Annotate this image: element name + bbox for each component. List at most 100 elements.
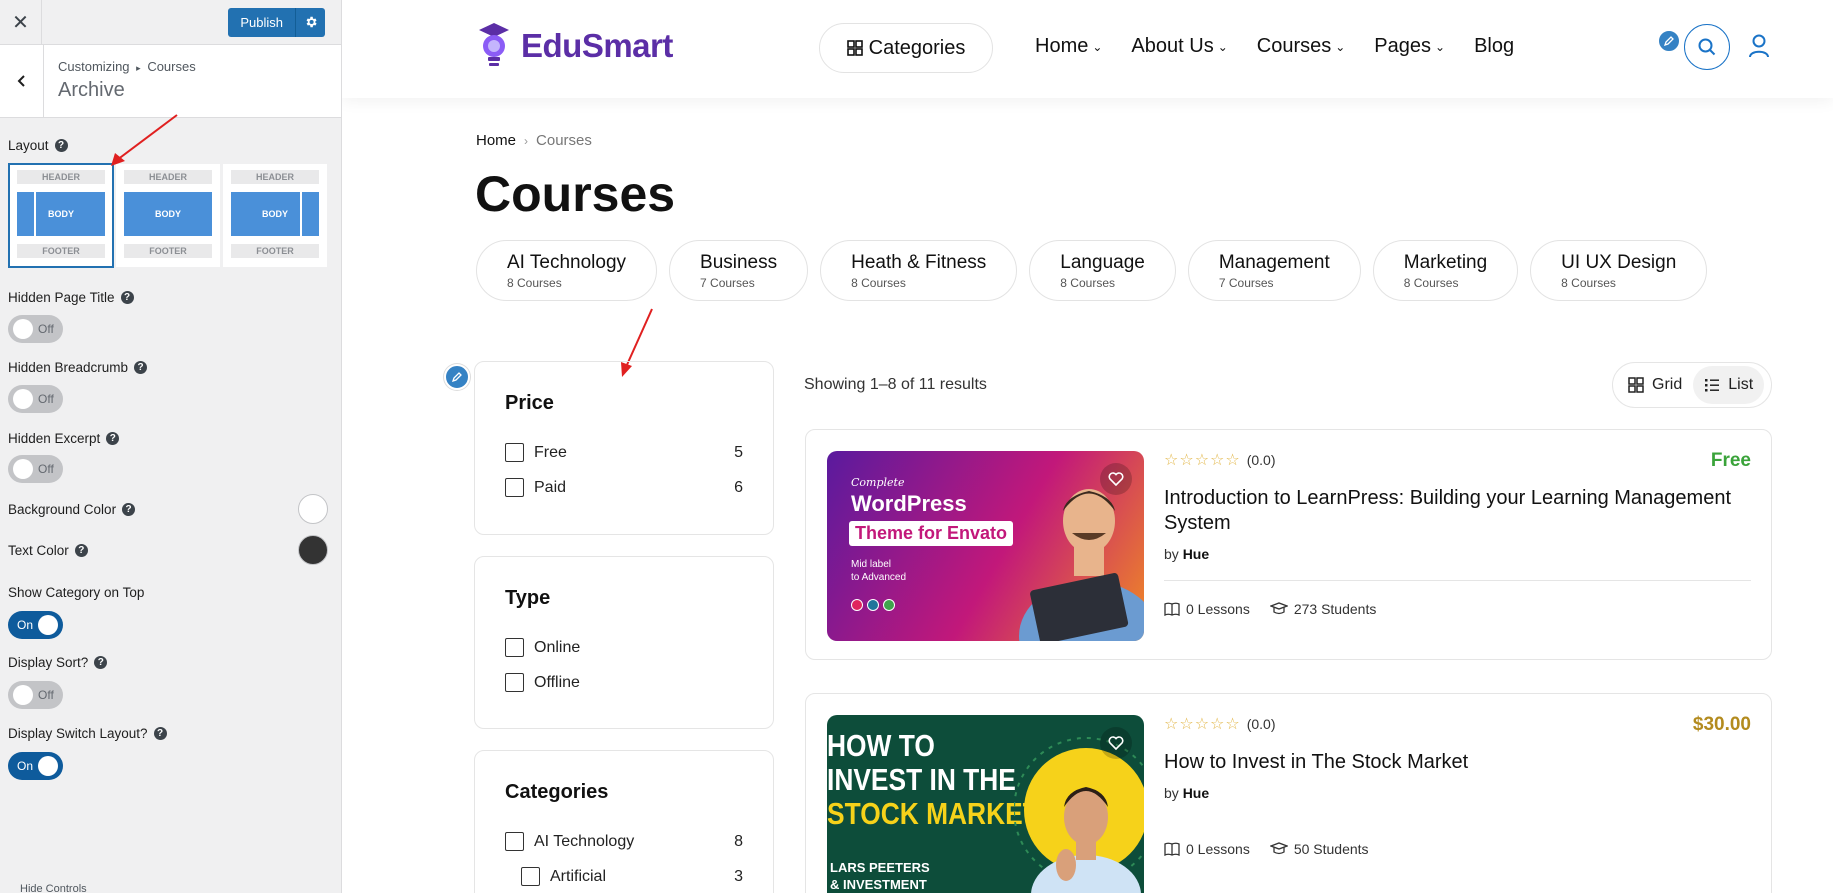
publish-group: Publish xyxy=(228,7,325,37)
categories-filter: Categories AI Technology 8 Artificial 3 xyxy=(474,750,774,893)
background-color-swatch[interactable] xyxy=(298,494,328,524)
chevron-down-icon: ⌄ xyxy=(1435,39,1446,54)
course-card[interactable]: Complete WordPress Theme for Envato Mid … xyxy=(805,429,1772,660)
hidden-excerpt-toggle[interactable]: Off xyxy=(8,455,63,483)
help-icon[interactable]: ? xyxy=(153,727,167,740)
category-pill[interactable]: Language 8 Courses xyxy=(1029,240,1176,301)
filter-option-free[interactable]: Free 5 xyxy=(505,435,743,470)
user-account-button[interactable] xyxy=(1748,33,1770,64)
publish-settings-button[interactable] xyxy=(295,7,325,37)
course-students: 50 Students xyxy=(1269,841,1369,857)
page-title: Courses xyxy=(475,166,676,222)
checkbox[interactable] xyxy=(505,478,524,497)
back-button[interactable] xyxy=(0,45,44,117)
section-title: Archive xyxy=(58,79,125,101)
nav-blog[interactable]: Blog xyxy=(1474,35,1514,58)
course-card[interactable]: HOW TO INVEST IN THE STOCK MARKET LARS P… xyxy=(805,693,1772,893)
help-icon[interactable]: ? xyxy=(134,361,148,374)
main-nav: Home ⌄ About Us ⌄ Courses ⌄ Pages ⌄ Blog xyxy=(1035,35,1543,58)
wishlist-button[interactable] xyxy=(1100,463,1132,495)
layout-option-right-sidebar[interactable]: HEADER BODY FOOTER xyxy=(223,164,327,267)
filter-option-ai-technology[interactable]: AI Technology 8 xyxy=(505,824,743,859)
category-pill[interactable]: UI UX Design 8 Courses xyxy=(1530,240,1708,301)
publish-button[interactable]: Publish xyxy=(228,7,295,37)
breadcrumb-current: Courses xyxy=(536,132,592,149)
help-icon[interactable]: ? xyxy=(122,503,136,516)
course-author: by Hue xyxy=(1164,546,1210,562)
grid-icon xyxy=(846,40,863,56)
checkbox[interactable] xyxy=(505,832,524,851)
filter-option-online[interactable]: Online xyxy=(505,630,743,665)
help-icon[interactable]: ? xyxy=(94,656,108,669)
graduation-cap-icon xyxy=(1269,602,1288,615)
course-thumbnail[interactable]: HOW TO INVEST IN THE STOCK MARKET LARS P… xyxy=(827,715,1144,893)
logo-text: EduSmart xyxy=(521,27,673,64)
edit-shortcut-pencil-icon[interactable] xyxy=(444,364,470,390)
customizer-breadcrumb: Customizing ▸ Courses xyxy=(58,59,196,74)
layout-option-no-sidebar[interactable]: HEADER BODY FOOTER xyxy=(116,164,220,267)
help-icon[interactable]: ? xyxy=(54,139,68,152)
list-view-button[interactable]: List xyxy=(1693,366,1765,404)
text-color-swatch[interactable] xyxy=(298,535,328,565)
layout-label: Layout ? xyxy=(8,138,68,153)
nav-pages[interactable]: Pages ⌄ xyxy=(1374,35,1445,58)
hide-controls-link[interactable]: Hide Controls xyxy=(20,883,87,893)
layout-option-left-sidebar[interactable]: HEADER BODY FOOTER xyxy=(8,163,114,268)
filter-option-paid[interactable]: Paid 6 xyxy=(505,470,743,505)
breadcrumb-home-link[interactable]: Home xyxy=(476,132,516,149)
course-lessons: 0 Lessons xyxy=(1164,601,1250,617)
wishlist-button[interactable] xyxy=(1100,727,1132,759)
show-category-top-toggle[interactable]: On xyxy=(8,611,63,639)
filter-option-artificial[interactable]: Artificial 3 xyxy=(505,859,743,893)
site-logo[interactable]: EduSmart xyxy=(475,20,673,72)
display-switch-layout-label: Display Switch Layout?? xyxy=(8,726,167,741)
star-rating-icon: ☆☆☆☆☆ xyxy=(1164,452,1241,469)
checkbox[interactable] xyxy=(505,638,524,657)
course-price: $30.00 xyxy=(1692,714,1751,735)
price-filter: Price Free 5 Paid 6 xyxy=(474,361,774,535)
grid-view-button[interactable]: Grid xyxy=(1617,366,1693,404)
category-pill[interactable]: Heath & Fitness 8 Courses xyxy=(820,240,1018,301)
grid-icon xyxy=(1628,377,1644,393)
customizer-footer: Hide Controls xyxy=(0,875,341,893)
show-category-top-label: Show Category on Top xyxy=(8,585,145,600)
category-pill[interactable]: Management 7 Courses xyxy=(1187,240,1361,301)
nav-courses[interactable]: Courses ⌄ xyxy=(1257,35,1346,58)
course-rating: ☆☆☆☆☆ (0.0) xyxy=(1164,452,1276,469)
course-title[interactable]: How to Invest in The Stock Market xyxy=(1164,750,1751,775)
edit-shortcut-pencil-icon[interactable] xyxy=(1657,29,1681,53)
checkbox[interactable] xyxy=(505,673,524,692)
category-pill[interactable]: Business 7 Courses xyxy=(669,240,809,301)
search-icon xyxy=(1698,38,1716,56)
course-title[interactable]: Introduction to LearnPress: Building you… xyxy=(1164,486,1751,536)
chevron-left-icon xyxy=(17,75,25,87)
hidden-breadcrumb-toggle[interactable]: Off xyxy=(8,385,63,413)
search-button[interactable] xyxy=(1684,24,1730,70)
category-pills: AI Technology 8 Courses Business 7 Courses… xyxy=(476,240,1708,301)
close-customizer-button[interactable]: ✕ xyxy=(0,0,42,45)
help-icon[interactable]: ? xyxy=(106,432,120,445)
category-pill[interactable]: AI Technology 8 Courses xyxy=(476,240,658,301)
user-icon xyxy=(1749,34,1769,58)
category-pill[interactable]: Marketing 8 Courses xyxy=(1372,240,1519,301)
nav-about-us[interactable]: About Us ⌄ xyxy=(1131,35,1227,58)
filter-option-offline[interactable]: Offline xyxy=(505,665,743,700)
course-thumbnail[interactable]: Complete WordPress Theme for Envato Mid … xyxy=(827,451,1144,641)
chevron-down-icon: ⌄ xyxy=(1217,39,1228,54)
book-icon xyxy=(1164,602,1180,616)
results-count: Showing 1–8 of 11 results xyxy=(804,376,987,393)
display-switch-layout-toggle[interactable]: On xyxy=(8,752,63,780)
heart-icon xyxy=(1108,472,1124,486)
nav-home[interactable]: Home ⌄ xyxy=(1035,35,1102,58)
categories-button[interactable]: Categories xyxy=(819,23,993,73)
help-icon[interactable]: ? xyxy=(120,291,134,304)
text-color-label: Text Color? xyxy=(8,543,88,558)
hidden-page-title-toggle[interactable]: Off xyxy=(8,315,63,343)
graduation-cap-icon xyxy=(1269,842,1288,855)
display-sort-toggle[interactable]: Off xyxy=(8,681,63,709)
checkbox[interactable] xyxy=(521,867,540,886)
help-icon[interactable]: ? xyxy=(74,544,88,557)
course-rating: ☆☆☆☆☆ (0.0) xyxy=(1164,716,1276,733)
checkbox[interactable] xyxy=(505,443,524,462)
course-lessons: 0 Lessons xyxy=(1164,841,1250,857)
